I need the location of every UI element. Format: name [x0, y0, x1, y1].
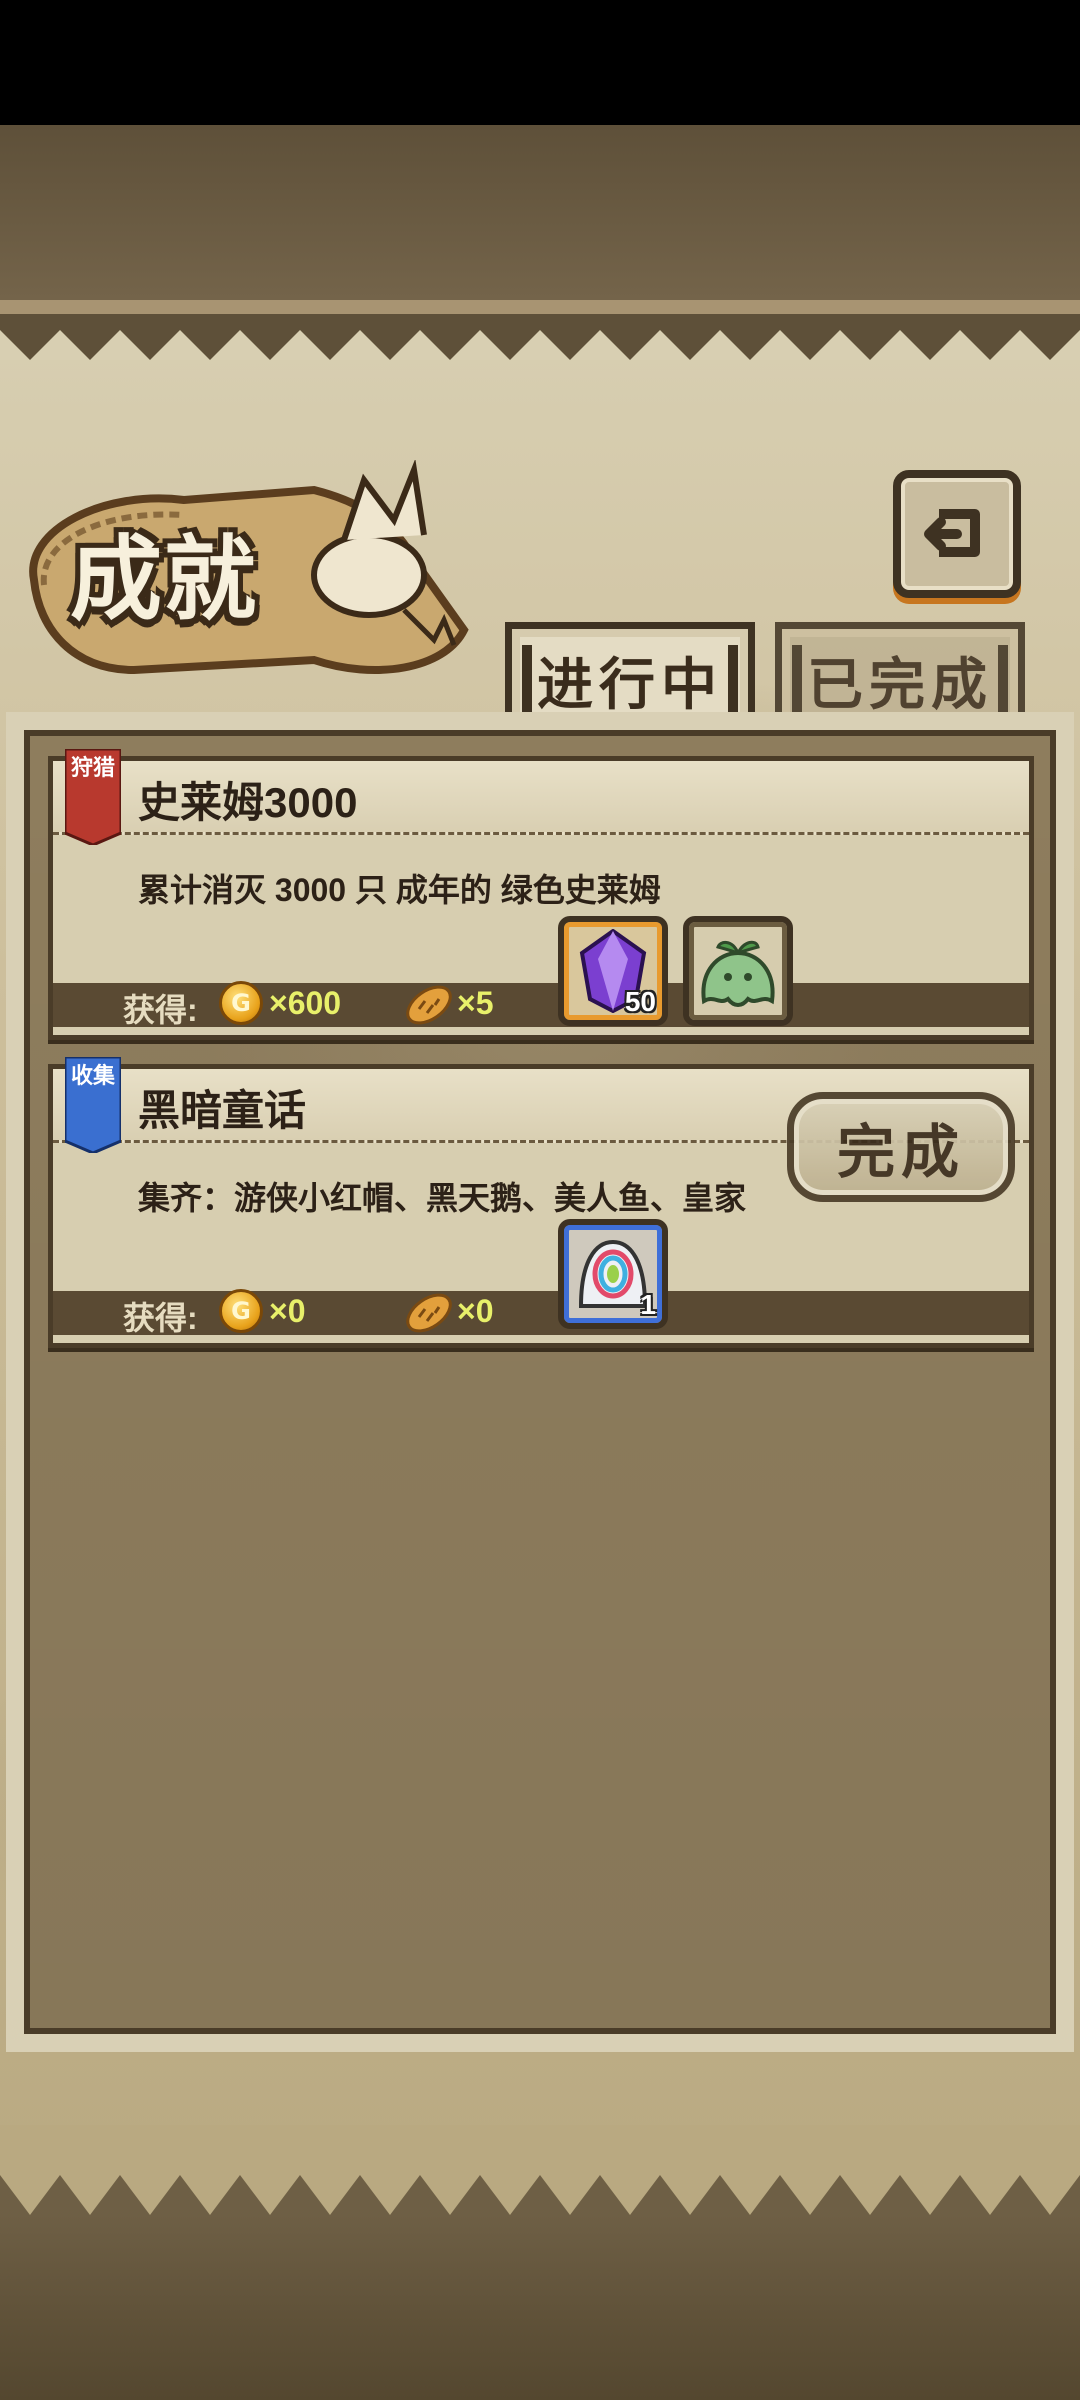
tab-label: 进行中 [537, 652, 723, 718]
back-button[interactable] [893, 470, 1021, 598]
bread-count: ×5 [457, 985, 494, 1021]
item-count-badge: 50 [624, 986, 656, 1017]
tab-notch [998, 645, 1008, 715]
panel-top-edge [0, 300, 1080, 360]
back-arrow-icon [924, 509, 980, 557]
tab-label: 已完成 [807, 652, 993, 718]
reward-item-slot[interactable]: 1 [558, 1219, 668, 1329]
tab-notch [792, 645, 802, 715]
achievement-description: 累计消灭 3000 只 成年的 绿色史莱姆 [138, 872, 661, 908]
reward-bar: 获得: G ×0 ×0 [53, 1289, 1029, 1336]
bread-icon [406, 985, 452, 1025]
tab-notch [728, 645, 738, 715]
map-band-top [0, 125, 1080, 300]
achievement-title: 黑暗童话 [138, 1087, 307, 1134]
gold-coin-icon: G [219, 1289, 263, 1333]
reward-label: 获得: [123, 1300, 198, 1336]
reward-item-slot[interactable]: 50 [558, 916, 668, 1026]
gold-coin-icon: G [219, 981, 263, 1025]
achievement-card[interactable]: 狩猎 史莱姆3000 累计消灭 3000 只 成年的 绿色史莱姆 获得: G ×… [48, 749, 1034, 1040]
reward-item-slot[interactable] [683, 916, 793, 1026]
category-tag: 狩猎 [70, 755, 115, 780]
status-bar [0, 0, 1080, 125]
page-title: 成就 [70, 525, 259, 633]
coin-count: ×0 [269, 1293, 306, 1329]
panel-bottom-edge [0, 2125, 1080, 2215]
reward-label: 获得: [123, 992, 198, 1028]
coin-count: ×600 [269, 985, 342, 1021]
complete-stamp: 完成 [787, 1092, 1015, 1202]
reward-bar: 获得: G ×600 ×5 [53, 981, 1029, 1028]
bread-icon [406, 1293, 452, 1333]
green-slime-icon [701, 940, 775, 1007]
category-tag: 收集 [70, 1063, 115, 1088]
tab-notch [522, 645, 532, 715]
bread-count: ×0 [457, 1293, 494, 1329]
achievement-description: 集齐：游侠小红帽、黑天鹅、美人鱼、皇家 [138, 1180, 747, 1216]
item-count-badge: 1 [640, 1289, 656, 1320]
achievement-title: 史莱姆3000 [138, 779, 358, 826]
map-band-bottom [0, 2215, 1080, 2400]
